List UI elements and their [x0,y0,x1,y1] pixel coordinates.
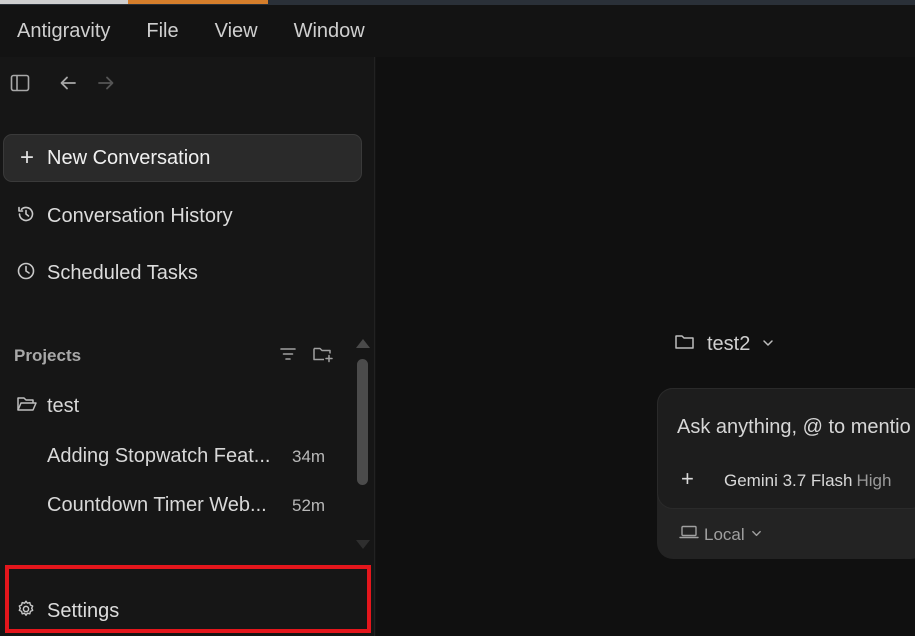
tab-indicator-light [0,0,128,4]
filter-icon[interactable] [278,344,298,369]
conversation-history-item[interactable]: Conversation History [16,204,233,229]
workspace-selector[interactable]: test2 [674,332,774,357]
conversation-item[interactable]: Countdown Timer Web... 52m [47,494,337,517]
settings-label: Settings [47,600,120,622]
forward-arrow-icon[interactable] [96,73,116,93]
conversation-time: 34m [292,446,326,466]
scheduled-tasks-label: Scheduled Tasks [47,262,198,284]
model-level: High [856,471,892,490]
settings-button[interactable]: Settings [16,599,119,624]
history-icon [16,204,36,229]
scroll-up-arrow[interactable] [356,339,370,348]
open-folder-icon [16,394,38,419]
menu-file[interactable]: File [146,20,178,43]
project-name: test [47,395,80,417]
conversation-history-label: Conversation History [47,205,233,227]
projects-header: Projects [14,344,334,368]
sidebar: + New Conversation Conversation History … [0,57,375,636]
model-selector[interactable]: Gemini 3.7 Flash High [724,471,891,491]
scroll-down-arrow[interactable] [356,540,370,549]
chat-input[interactable]: Ask anything, @ to mentio + Gemini 3.7 F… [657,388,915,509]
chevron-down-icon [751,526,762,544]
main-panel: test2 Ask anything, @ to mentio + Gemini… [376,57,915,636]
sidebar-nav-row [10,73,116,93]
laptop-icon [679,524,699,545]
menu-view[interactable]: View [215,20,258,43]
conversation-item[interactable]: Adding Stopwatch Feat... 34m [47,445,337,468]
chat-box: Ask anything, @ to mentio + Gemini 3.7 F… [657,388,915,559]
new-folder-icon[interactable] [312,344,334,369]
location-selector[interactable]: Local [679,524,762,545]
projects-label: Projects [14,346,82,365]
chevron-down-icon [762,336,774,354]
menu-window[interactable]: Window [294,20,365,43]
clock-icon [16,261,36,286]
add-context-icon[interactable]: + [681,468,694,490]
gear-icon [16,599,36,624]
conversation-title: Countdown Timer Web... [47,494,267,516]
back-arrow-icon[interactable] [58,73,78,93]
model-name: Gemini 3.7 Flash [724,471,853,490]
workspace-name: test2 [707,333,751,355]
toggle-sidebar-icon[interactable] [10,73,30,93]
project-folder-test[interactable]: test [16,394,79,419]
menu-bar: Antigravity File View Window [0,5,915,57]
location-label: Local [704,524,745,544]
new-conversation-label: New Conversation [47,146,211,169]
scheduled-tasks-item[interactable]: Scheduled Tasks [16,261,198,286]
folder-icon [674,332,696,357]
chat-input-placeholder: Ask anything, @ to mentio [677,416,911,438]
conversation-title: Adding Stopwatch Feat... [47,445,271,467]
scrollbar-thumb[interactable] [357,359,368,485]
tab-indicator-accent [128,0,268,4]
menu-antigravity[interactable]: Antigravity [17,20,110,43]
new-conversation-button[interactable]: + New Conversation [3,134,362,182]
plus-icon: + [20,144,35,171]
conversation-time: 52m [292,495,326,515]
